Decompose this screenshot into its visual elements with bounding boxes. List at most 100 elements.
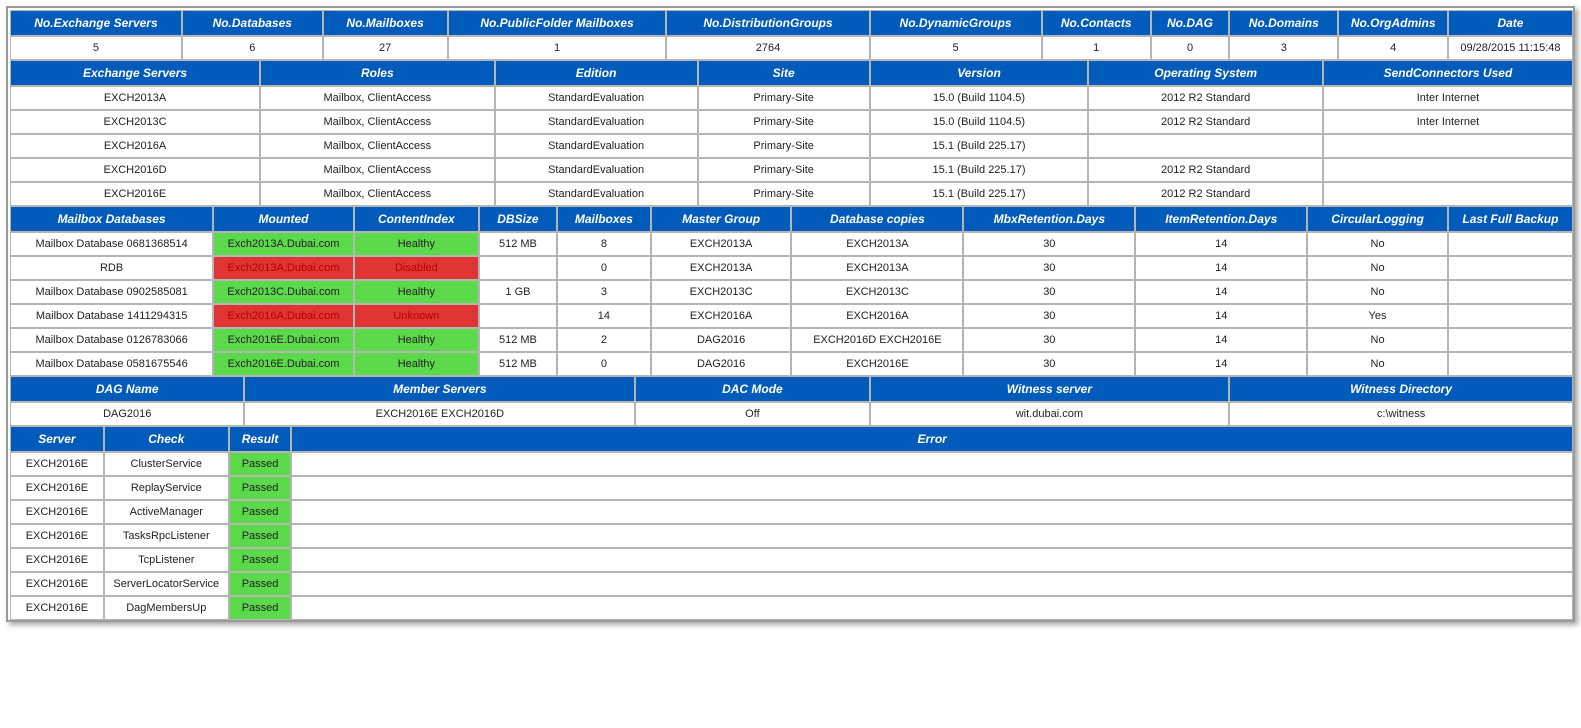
server-cell-2-0: EXCH2016A [10, 134, 260, 158]
check-server-0: EXCH2016E [10, 452, 104, 476]
server-cell-2-5 [1088, 134, 1322, 158]
db-cell-1-1: Exch2013A.Dubai.com [213, 256, 354, 280]
dag-col-3: Witness server [870, 376, 1229, 402]
summary-col-8: No.Domains [1229, 10, 1338, 36]
db-cell-5-9: No [1307, 352, 1448, 376]
check-row: EXCH2016EClusterServicePassed [10, 452, 1573, 476]
server-cell-2-1: Mailbox, ClientAccess [260, 134, 494, 158]
check-result-1: Passed [229, 476, 292, 500]
db-cell-5-6: EXCH2016E [791, 352, 963, 376]
summary-table: No.Exchange ServersNo.DatabasesNo.Mailbo… [10, 10, 1573, 60]
servers-col-6: SendConnectors Used [1323, 60, 1573, 86]
server-cell-1-0: EXCH2013C [10, 110, 260, 134]
check-result-3: Passed [229, 524, 292, 548]
check-server-4: EXCH2016E [10, 548, 104, 572]
summary-col-1: No.Databases [182, 10, 323, 36]
db-cell-0-8: 14 [1135, 232, 1307, 256]
check-error-1 [291, 476, 1573, 500]
db-cell-1-0: RDB [10, 256, 213, 280]
check-name-2: ActiveManager [104, 500, 229, 524]
dag-col-1: Member Servers [244, 376, 635, 402]
check-server-5: EXCH2016E [10, 572, 104, 596]
summary-col-2: No.Mailboxes [323, 10, 448, 36]
server-cell-1-4: 15.0 (Build 1104.5) [870, 110, 1089, 134]
check-name-6: DagMembersUp [104, 596, 229, 620]
db-cell-5-7: 30 [963, 352, 1135, 376]
check-error-4 [291, 548, 1573, 572]
db-cell-3-4: 14 [557, 304, 651, 328]
server-cell-4-2: StandardEvaluation [495, 182, 698, 206]
server-cell-2-6 [1323, 134, 1573, 158]
db-cell-3-9: Yes [1307, 304, 1448, 328]
db-col-8: ItemRetention.Days [1135, 206, 1307, 232]
db-cell-1-2: Disabled [354, 256, 479, 280]
summary-col-3: No.PublicFolder Mailboxes [448, 10, 667, 36]
db-cell-5-10 [1448, 352, 1573, 376]
db-col-3: DBSize [479, 206, 557, 232]
db-cell-1-8: 14 [1135, 256, 1307, 280]
check-error-3 [291, 524, 1573, 548]
databases-header-row: Mailbox DatabasesMountedContentIndexDBSi… [10, 206, 1573, 232]
db-cell-1-9: No [1307, 256, 1448, 280]
check-server-2: EXCH2016E [10, 500, 104, 524]
summary-col-10: Date [1448, 10, 1573, 36]
db-col-10: Last Full Backup [1448, 206, 1573, 232]
db-cell-5-0: Mailbox Database 0581675546 [10, 352, 213, 376]
summary-val-6: 1 [1042, 36, 1151, 60]
server-cell-4-6 [1323, 182, 1573, 206]
checks-table: ServerCheckResultError EXCH2016EClusterS… [10, 426, 1573, 620]
summary-val-8: 3 [1229, 36, 1338, 60]
db-cell-0-2: Healthy [354, 232, 479, 256]
db-cell-4-3: 512 MB [479, 328, 557, 352]
server-cell-1-6: Inter Internet [1323, 110, 1573, 134]
db-row: RDBExch2013A.Dubai.comDisabled0EXCH2013A… [10, 256, 1573, 280]
summary-val-10: 09/28/2015 11:15:48 [1448, 36, 1573, 60]
check-error-6 [291, 596, 1573, 620]
server-cell-3-3: Primary-Site [698, 158, 870, 182]
db-cell-3-3 [479, 304, 557, 328]
db-cell-3-8: 14 [1135, 304, 1307, 328]
servers-table: Exchange ServersRolesEditionSiteVersionO… [10, 60, 1573, 206]
server-cell-2-4: 15.1 (Build 225.17) [870, 134, 1089, 158]
server-cell-0-1: Mailbox, ClientAccess [260, 86, 494, 110]
report-container: No.Exchange ServersNo.DatabasesNo.Mailbo… [6, 6, 1575, 622]
db-cell-0-0: Mailbox Database 0681368514 [10, 232, 213, 256]
server-row: EXCH2016AMailbox, ClientAccessStandardEv… [10, 134, 1573, 158]
server-cell-3-2: StandardEvaluation [495, 158, 698, 182]
db-row: Mailbox Database 0681368514Exch2013A.Dub… [10, 232, 1573, 256]
db-col-4: Mailboxes [557, 206, 651, 232]
db-col-7: MbxRetention.Days [963, 206, 1135, 232]
dag-val-4: c:\witness [1229, 402, 1573, 426]
check-name-0: ClusterService [104, 452, 229, 476]
db-col-0: Mailbox Databases [10, 206, 213, 232]
db-col-2: ContentIndex [354, 206, 479, 232]
db-cell-2-2: Healthy [354, 280, 479, 304]
summary-col-5: No.DynamicGroups [870, 10, 1042, 36]
db-cell-3-10 [1448, 304, 1573, 328]
server-cell-3-5: 2012 R2 Standard [1088, 158, 1322, 182]
summary-col-0: No.Exchange Servers [10, 10, 182, 36]
db-cell-1-5: EXCH2013A [651, 256, 792, 280]
db-cell-2-0: Mailbox Database 0902585081 [10, 280, 213, 304]
server-row: EXCH2013CMailbox, ClientAccessStandardEv… [10, 110, 1573, 134]
db-cell-5-8: 14 [1135, 352, 1307, 376]
server-cell-3-6 [1323, 158, 1573, 182]
summary-val-4: 2764 [666, 36, 869, 60]
server-cell-4-1: Mailbox, ClientAccess [260, 182, 494, 206]
db-cell-5-4: 0 [557, 352, 651, 376]
summary-col-9: No.OrgAdmins [1338, 10, 1447, 36]
summary-val-7: 0 [1151, 36, 1229, 60]
check-row: EXCH2016EServerLocatorServicePassed [10, 572, 1573, 596]
check-col-0: Server [10, 426, 104, 452]
check-name-1: ReplayService [104, 476, 229, 500]
db-cell-4-0: Mailbox Database 0126783066 [10, 328, 213, 352]
server-cell-0-4: 15.0 (Build 1104.5) [870, 86, 1089, 110]
db-col-9: CircularLogging [1307, 206, 1448, 232]
db-cell-1-3 [479, 256, 557, 280]
check-result-2: Passed [229, 500, 292, 524]
check-name-5: ServerLocatorService [104, 572, 229, 596]
server-cell-3-4: 15.1 (Build 225.17) [870, 158, 1089, 182]
dag-col-0: DAG Name [10, 376, 244, 402]
servers-col-4: Version [870, 60, 1089, 86]
db-cell-4-2: Healthy [354, 328, 479, 352]
